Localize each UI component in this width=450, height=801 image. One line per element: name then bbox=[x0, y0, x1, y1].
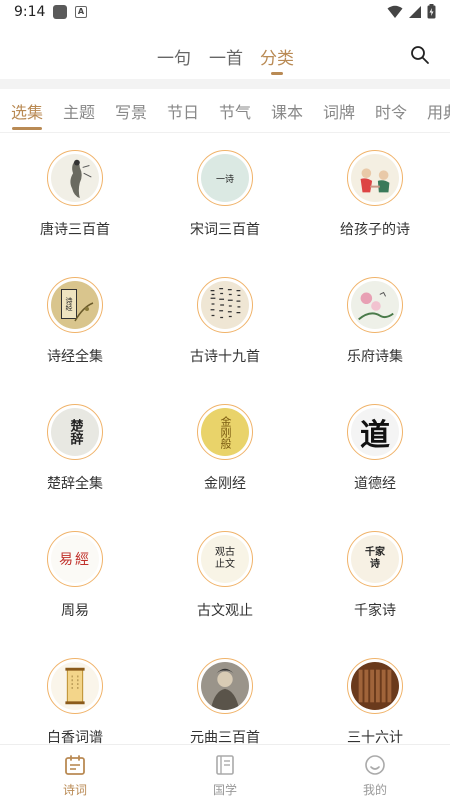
book-tang-poems[interactable]: 唐诗三百首 bbox=[0, 134, 150, 261]
book-title: 元曲三百首 bbox=[190, 730, 260, 744]
book-title: 古诗十九首 bbox=[190, 349, 260, 365]
battery-icon bbox=[427, 4, 436, 19]
book-zhouyi[interactable]: 易經 周易 bbox=[0, 515, 150, 642]
book-diamond-sutra[interactable]: 金刚般 金刚经 bbox=[150, 388, 300, 515]
nav-poetry[interactable]: 诗词 bbox=[35, 753, 115, 798]
search-icon[interactable] bbox=[410, 45, 430, 65]
book-cover bbox=[197, 277, 253, 333]
book-cover: 金刚般 bbox=[197, 404, 253, 460]
book-cover: 道 bbox=[347, 404, 403, 460]
notification-a-icon: A bbox=[75, 6, 87, 18]
category-landscape[interactable]: 写景 bbox=[115, 99, 147, 123]
book-shijing[interactable]: 诗经 诗经全集 bbox=[0, 261, 150, 388]
book-title: 金刚经 bbox=[204, 476, 246, 492]
book-cover: 易經 bbox=[47, 531, 103, 587]
status-right-icons bbox=[387, 4, 436, 19]
category-festival[interactable]: 节日 bbox=[167, 99, 199, 123]
category-theme[interactable]: 主题 bbox=[63, 99, 95, 123]
status-bar: 9:14 A bbox=[0, 0, 450, 26]
book-title: 宋词三百首 bbox=[190, 222, 260, 238]
book-cover: 楚辞 bbox=[47, 404, 103, 460]
wifi-icon bbox=[387, 5, 403, 18]
book-thirty-six-stratagems[interactable]: 三十六计 bbox=[300, 642, 450, 744]
tab-sentence[interactable]: 一句 bbox=[157, 44, 191, 69]
category-active-indicator bbox=[12, 127, 42, 130]
category-cipai[interactable]: 词牌 bbox=[323, 99, 355, 123]
calendar-icon bbox=[65, 755, 85, 775]
book-chuci[interactable]: 楚辞 楚辞全集 bbox=[0, 388, 150, 515]
book-cover: 一诗 bbox=[197, 150, 253, 206]
book-title: 古文观止 bbox=[197, 603, 253, 619]
nav-label: 国学 bbox=[212, 783, 237, 797]
book-baixiang-cipu[interactable]: 白香词谱 bbox=[0, 642, 150, 744]
top-tabs: 一句 一首 分类 bbox=[0, 40, 450, 78]
book-title: 千家诗 bbox=[354, 603, 396, 619]
book-cover bbox=[347, 150, 403, 206]
book-cover bbox=[47, 150, 103, 206]
book-song-ci[interactable]: 一诗 宋词三百首 bbox=[150, 134, 300, 261]
book-cover: 千家诗 bbox=[347, 531, 403, 587]
notification-app-icon bbox=[53, 5, 67, 19]
smile-icon bbox=[365, 755, 385, 775]
book-cover bbox=[197, 658, 253, 714]
divider-strip bbox=[0, 79, 450, 89]
book-guwen-guanzhi[interactable]: 观古止文 古文观止 bbox=[150, 515, 300, 642]
book-title: 唐诗三百首 bbox=[40, 222, 110, 238]
book-title: 诗经全集 bbox=[47, 349, 103, 365]
tab-active-indicator bbox=[271, 72, 283, 75]
book-title: 给孩子的诗 bbox=[340, 222, 410, 238]
book-cover bbox=[347, 658, 403, 714]
bottom-nav: 诗词 国学 我的 bbox=[0, 744, 450, 801]
book-title: 白香词谱 bbox=[47, 730, 103, 744]
tab-category[interactable]: 分类 bbox=[260, 44, 294, 69]
book-title: 乐府诗集 bbox=[347, 349, 403, 365]
book-poems-for-children[interactable]: 给孩子的诗 bbox=[300, 134, 450, 261]
book-title: 三十六计 bbox=[347, 730, 403, 744]
category-textbook[interactable]: 课本 bbox=[271, 99, 303, 123]
book-cover: 观古止文 bbox=[197, 531, 253, 587]
category-season[interactable]: 时令 bbox=[375, 99, 407, 123]
book-icon bbox=[216, 755, 234, 775]
book-title: 楚辞全集 bbox=[47, 476, 103, 492]
book-yuefu[interactable]: 乐府诗集 bbox=[300, 261, 450, 388]
nav-mine[interactable]: 我的 bbox=[335, 753, 415, 798]
book-title: 道德经 bbox=[354, 476, 396, 492]
book-yuanqu[interactable]: 元曲三百首 bbox=[150, 642, 300, 744]
book-title: 周易 bbox=[61, 603, 89, 619]
book-nineteen-ancient-poems[interactable]: 古诗十九首 bbox=[150, 261, 300, 388]
book-cover bbox=[47, 658, 103, 714]
nav-label: 我的 bbox=[362, 783, 387, 797]
tab-poem[interactable]: 一首 bbox=[209, 44, 243, 69]
nav-guoxue[interactable]: 国学 bbox=[185, 753, 265, 798]
book-grid: 唐诗三百首 一诗 宋词三百首 给孩子的诗 诗经 诗经全集 古诗十九首 乐府诗集 bbox=[0, 134, 450, 744]
book-dao-de-jing[interactable]: 道 道德经 bbox=[300, 388, 450, 515]
category-bar: 选集 主题 写景 节日 节气 课本 词牌 时令 用典 bbox=[0, 89, 450, 133]
category-allusion[interactable]: 用典 bbox=[427, 99, 450, 123]
category-solar-term[interactable]: 节气 bbox=[219, 99, 251, 123]
book-cover bbox=[347, 277, 403, 333]
book-cover: 诗经 bbox=[47, 277, 103, 333]
category-anthology[interactable]: 选集 bbox=[11, 99, 43, 123]
status-time: 9:14 bbox=[14, 4, 46, 20]
nav-label: 诗词 bbox=[62, 783, 87, 797]
book-qianjiashi[interactable]: 千家诗 千家诗 bbox=[300, 515, 450, 642]
signal-icon bbox=[409, 5, 421, 18]
